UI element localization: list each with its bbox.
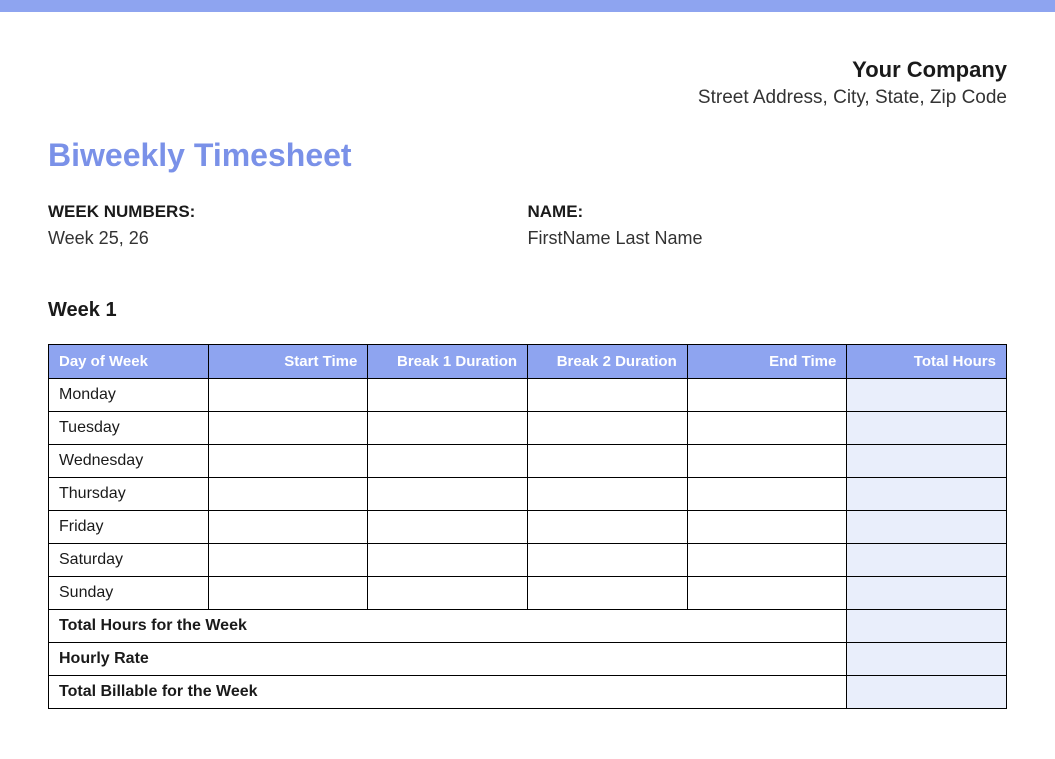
top-accent-bar: [0, 0, 1055, 12]
header-break2: Break 2 Duration: [528, 345, 688, 379]
thursday-end[interactable]: [687, 478, 847, 511]
saturday-start[interactable]: [208, 544, 368, 577]
table-row: Thursday: [49, 478, 1007, 511]
tuesday-end[interactable]: [687, 412, 847, 445]
summary-row-total-hours: Total Hours for the Week: [49, 610, 1007, 643]
table-header-row: Day of Week Start Time Break 1 Duration …: [49, 345, 1007, 379]
name-block: NAME: FirstName Last Name: [528, 202, 1008, 249]
monday-total: [847, 379, 1007, 412]
company-address: Street Address, City, State, Zip Code: [48, 87, 1007, 109]
header-break1: Break 1 Duration: [368, 345, 528, 379]
monday-break2[interactable]: [528, 379, 688, 412]
table-row: Sunday: [49, 577, 1007, 610]
sunday-start[interactable]: [208, 577, 368, 610]
thursday-break1[interactable]: [368, 478, 528, 511]
thursday-start[interactable]: [208, 478, 368, 511]
table-row: Saturday: [49, 544, 1007, 577]
total-billable-label: Total Billable for the Week: [49, 676, 847, 709]
sunday-end[interactable]: [687, 577, 847, 610]
saturday-break1[interactable]: [368, 544, 528, 577]
wednesday-end[interactable]: [687, 445, 847, 478]
document-title: Biweekly Timesheet: [48, 137, 1007, 174]
week-numbers-value: Week 25, 26: [48, 228, 528, 249]
tuesday-total: [847, 412, 1007, 445]
week-numbers-label: WEEK NUMBERS:: [48, 202, 528, 222]
day-saturday: Saturday: [49, 544, 209, 577]
friday-break1[interactable]: [368, 511, 528, 544]
document-content: Your Company Street Address, City, State…: [0, 12, 1055, 749]
wednesday-start[interactable]: [208, 445, 368, 478]
name-value: FirstName Last Name: [528, 228, 1008, 249]
friday-end[interactable]: [687, 511, 847, 544]
header-total-hours: Total Hours: [847, 345, 1007, 379]
tuesday-break1[interactable]: [368, 412, 528, 445]
monday-break1[interactable]: [368, 379, 528, 412]
saturday-total: [847, 544, 1007, 577]
tuesday-break2[interactable]: [528, 412, 688, 445]
company-header: Your Company Street Address, City, State…: [48, 57, 1007, 109]
day-thursday: Thursday: [49, 478, 209, 511]
timesheet-table: Day of Week Start Time Break 1 Duration …: [48, 344, 1007, 709]
friday-start[interactable]: [208, 511, 368, 544]
friday-break2[interactable]: [528, 511, 688, 544]
table-row: Tuesday: [49, 412, 1007, 445]
week1-title: Week 1: [48, 299, 1007, 322]
friday-total: [847, 511, 1007, 544]
thursday-break2[interactable]: [528, 478, 688, 511]
day-friday: Friday: [49, 511, 209, 544]
sunday-break2[interactable]: [528, 577, 688, 610]
total-hours-label: Total Hours for the Week: [49, 610, 847, 643]
thursday-total: [847, 478, 1007, 511]
week-numbers-block: WEEK NUMBERS: Week 25, 26: [48, 202, 528, 249]
company-name: Your Company: [48, 57, 1007, 83]
hourly-rate-value[interactable]: [847, 643, 1007, 676]
sunday-total: [847, 577, 1007, 610]
day-wednesday: Wednesday: [49, 445, 209, 478]
sunday-break1[interactable]: [368, 577, 528, 610]
name-label: NAME:: [528, 202, 1008, 222]
wednesday-total: [847, 445, 1007, 478]
total-billable-value: [847, 676, 1007, 709]
header-end-time: End Time: [687, 345, 847, 379]
tuesday-start[interactable]: [208, 412, 368, 445]
header-day: Day of Week: [49, 345, 209, 379]
wednesday-break1[interactable]: [368, 445, 528, 478]
info-row: WEEK NUMBERS: Week 25, 26 NAME: FirstNam…: [48, 202, 1007, 249]
monday-start[interactable]: [208, 379, 368, 412]
hourly-rate-label: Hourly Rate: [49, 643, 847, 676]
saturday-end[interactable]: [687, 544, 847, 577]
saturday-break2[interactable]: [528, 544, 688, 577]
day-sunday: Sunday: [49, 577, 209, 610]
summary-row-total-billable: Total Billable for the Week: [49, 676, 1007, 709]
header-start-time: Start Time: [208, 345, 368, 379]
summary-row-hourly-rate: Hourly Rate: [49, 643, 1007, 676]
day-monday: Monday: [49, 379, 209, 412]
day-tuesday: Tuesday: [49, 412, 209, 445]
monday-end[interactable]: [687, 379, 847, 412]
total-hours-value: [847, 610, 1007, 643]
table-row: Monday: [49, 379, 1007, 412]
table-row: Friday: [49, 511, 1007, 544]
table-row: Wednesday: [49, 445, 1007, 478]
wednesday-break2[interactable]: [528, 445, 688, 478]
